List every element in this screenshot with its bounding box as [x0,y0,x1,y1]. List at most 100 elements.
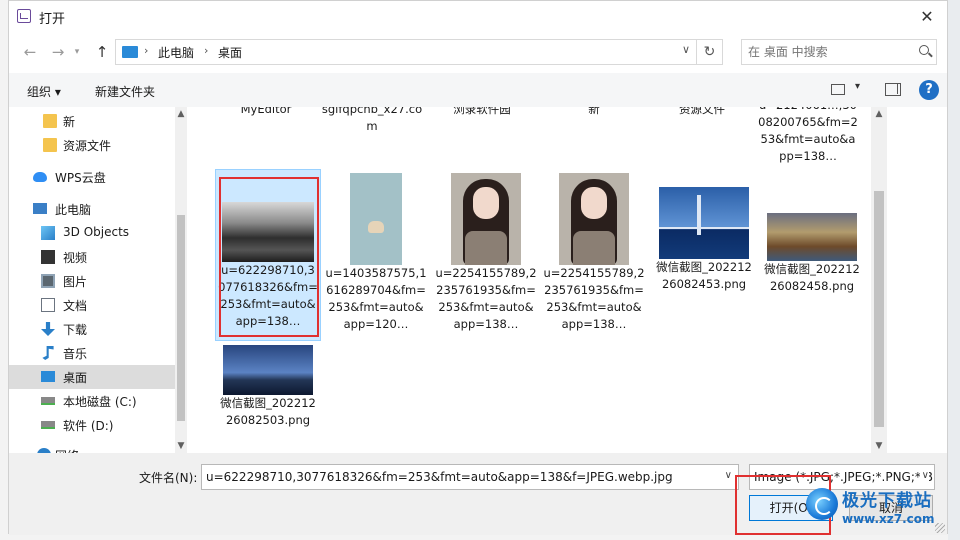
sidebar-item-new[interactable]: 新 [9,109,175,133]
sidebar-item-label: 桌面 [63,371,88,385]
drive-icon [41,397,55,405]
title-bar: 打开 ✕ [9,1,947,33]
file-item[interactable]: u=2124061…,3008200765&fm=253&fmt=auto&ap… [755,107,861,165]
file-name: 浏录软件园 [453,107,511,116]
cloud-icon [33,172,47,182]
watermark-logo-icon [806,488,838,520]
filename-label: 文件名(N): [139,471,198,485]
file-name: 微信截图_20221226082453.png [656,260,752,291]
back-arrow-icon[interactable]: ← [19,41,41,63]
breadcrumb-this-pc[interactable]: 此电脑 [158,44,194,61]
file-item[interactable]: 微信截图_20221226082453.png [651,169,757,293]
file-item[interactable]: u=2254155789,2235761935&fm=253&fmt=auto&… [541,169,647,333]
recent-dropdown-icon[interactable]: ▾ [71,41,83,63]
sidebar-item-label: 3D Objects [63,225,130,239]
filename-value: u=622298710,3077618326&fm=253&fmt=auto&a… [206,470,673,484]
music-icon [42,346,54,360]
sidebar-item-this-pc[interactable]: 此电脑 [9,197,175,221]
sidebar-item-label: WPS云盘 [55,171,106,185]
sidebar-item-local-disk-c[interactable]: 本地磁盘 (C:) [9,389,175,413]
sidebar-item-wps-cloud[interactable]: WPS云盘 [9,165,175,189]
up-arrow-icon[interactable]: ↑ [91,41,113,63]
sidebar-item-label: 文档 [63,299,88,313]
sidebar-scrollbar[interactable]: ▲ ▼ [175,107,187,453]
photo-thumbnail [659,187,749,259]
close-button[interactable]: ✕ [911,3,943,31]
face-shape [581,187,607,219]
watermark-url: www.xz7.com [842,512,935,526]
breadcrumb-desktop[interactable]: 桌面 [218,44,242,61]
refresh-button[interactable]: ↻ [697,39,723,65]
search-input[interactable] [748,43,908,61]
sidebar-item-label: 软件 (D:) [63,419,114,433]
sidebar-item-label: 新 [63,115,76,129]
scrollbar-thumb[interactable] [177,215,185,421]
file-item[interactable]: 新 [541,107,647,118]
file-item[interactable]: 资源文件 [649,107,755,118]
sidebar-item-resources[interactable]: 资源文件 [9,133,175,157]
file-item[interactable]: sglfqpcnb_x27.com [319,107,425,135]
photo-thumbnail [350,173,402,265]
file-name: 资源文件 [679,107,725,116]
file-name: u=2254155789,2235761935&fm=253&fmt=auto&… [543,266,645,331]
sidebar-item-label: 此电脑 [55,203,92,217]
annotation-highlight-file [219,177,319,337]
organize-menu[interactable]: 组织 ▾ [27,83,61,100]
sidebar-item-label: 音乐 [63,347,88,361]
jacket-shape [573,231,615,265]
chevron-right-icon[interactable]: › [144,44,148,57]
sidebar-item-music[interactable]: 音乐 [9,341,175,365]
photo-thumbnail [223,345,313,395]
chevron-down-icon[interactable]: ∨ [919,470,929,481]
command-toolbar: 组织 ▾ 新建文件夹 ▾ ? [9,73,947,107]
forward-arrow-icon[interactable]: → [47,41,69,63]
open-file-dialog: 打开 ✕ ← → ▾ ↑ › 此电脑 › 桌面 ∨ ↻ 组织 ▾ 新建文件夹 ▾… [8,0,948,535]
sidebar-item-3d-objects[interactable]: 3D Objects [9,221,175,245]
chevron-down-icon[interactable]: ▾ [855,81,860,92]
sidebar-item-documents[interactable]: 文档 [9,293,175,317]
picture-icon [41,274,55,288]
search-box[interactable] [741,39,937,65]
file-name: MyEditor [240,107,292,116]
scrollbar-thumb[interactable] [874,191,884,427]
help-icon[interactable]: ? [919,80,939,100]
file-list-scrollbar[interactable]: ▲ ▼ [871,107,887,453]
navigation-pane: 新 资源文件 WPS云盘 此电脑 3D Objects 视频 图片 文档 下载 … [9,107,187,453]
sidebar-item-network[interactable]: 网络 [9,443,175,453]
view-mode-icon[interactable] [831,84,845,95]
scroll-down-icon[interactable]: ▼ [176,441,186,451]
file-item[interactable]: u=1403587575,1616289704&fm=253&fmt=auto&… [323,169,429,333]
file-name: 微信截图_20221226082458.png [764,262,860,293]
drive-icon [41,421,55,429]
scroll-down-icon[interactable]: ▼ [874,441,884,451]
sidebar-item-software-d[interactable]: 软件 (D:) [9,413,175,437]
sidebar-item-pictures[interactable]: 图片 [9,269,175,293]
scroll-up-icon[interactable]: ▲ [176,109,186,119]
new-folder-button[interactable]: 新建文件夹 [95,83,155,100]
file-item[interactable]: 微信截图_20221226082503.png [215,343,321,429]
sidebar-item-label: 资源文件 [63,139,112,153]
address-bar[interactable]: › 此电脑 › 桌面 ∨ [115,39,697,65]
sidebar-item-label: 下载 [63,323,88,337]
chevron-right-icon[interactable]: › [204,44,208,57]
search-icon[interactable] [919,45,929,55]
sidebar-item-videos[interactable]: 视频 [9,245,175,269]
file-item[interactable]: 微信截图_20221226082458.png [759,169,865,295]
sidebar-item-desktop[interactable]: 桌面 [9,365,175,389]
file-name: sglfqpcnb_x27.com [321,107,423,133]
chevron-down-icon[interactable]: ∨ [725,470,732,481]
chevron-down-icon[interactable]: ∨ [682,43,690,56]
dialog-title: 打开 [39,12,66,27]
file-item[interactable]: 浏录软件园 [429,107,535,118]
bridge-deck [659,227,749,229]
sidebar-item-downloads[interactable]: 下载 [9,317,175,341]
backdrop-edge [948,0,960,540]
jacket-shape [465,231,507,265]
preview-pane-icon[interactable] [885,83,901,96]
scroll-up-icon[interactable]: ▲ [874,109,884,119]
filename-field[interactable]: u=622298710,3077618326&fm=253&fmt=auto&a… [201,464,739,490]
navigation-bar: ← → ▾ ↑ › 此电脑 › 桌面 ∨ ↻ [9,33,947,71]
file-item[interactable]: u=2254155789,2235761935&fm=253&fmt=auto&… [433,169,539,333]
bridge-tower [697,195,701,235]
file-item[interactable]: MyEditor [213,107,319,118]
